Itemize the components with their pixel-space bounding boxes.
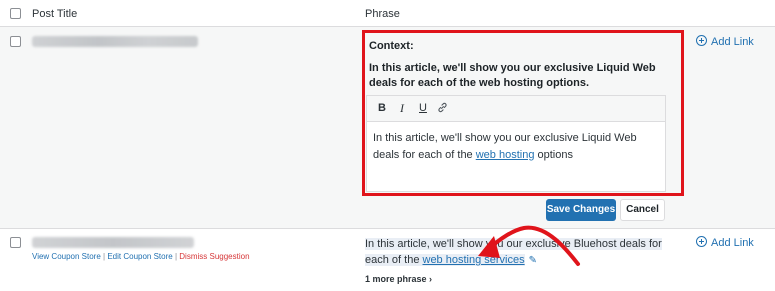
editor-inline-link[interactable]: web hosting	[476, 149, 535, 161]
dismiss-suggestion-link[interactable]: Dismiss Suggestion	[179, 252, 249, 261]
add-link-label: Add Link	[711, 237, 754, 249]
row-checkbox[interactable]	[10, 237, 21, 248]
table-row: Context: In this article, we'll show you…	[0, 28, 775, 226]
context-editor-panel: Context: In this article, we'll show you…	[362, 30, 684, 196]
plus-circle-icon	[696, 35, 707, 46]
link-icon[interactable]	[437, 102, 448, 116]
view-coupon-store-link[interactable]: View Coupon Store	[32, 252, 101, 261]
edit-coupon-store-link[interactable]: Edit Coupon Store	[107, 252, 172, 261]
row-checkbox[interactable]	[10, 36, 21, 47]
italic-button[interactable]: I	[400, 102, 404, 114]
red-annotation-arrow	[478, 225, 580, 266]
action-separator: |	[174, 252, 178, 261]
column-header-phrase[interactable]: Phrase	[365, 8, 400, 20]
editor-text-after: options	[534, 149, 573, 161]
action-separator: |	[103, 252, 106, 261]
add-link-button[interactable]: Add Link	[696, 34, 754, 48]
add-link-label: Add Link	[711, 36, 754, 48]
more-phrase-label: 1 more phrase	[365, 274, 427, 284]
add-link-button[interactable]: Add Link	[696, 235, 754, 249]
blurred-post-title	[32, 36, 198, 47]
bold-button[interactable]: B	[378, 102, 386, 114]
chevron-right-icon: ›	[429, 274, 433, 284]
plus-circle-icon	[696, 236, 707, 247]
context-label: Context:	[369, 40, 414, 52]
editor-toolbar: B I U	[367, 96, 665, 122]
editor-content[interactable]: In this article, we'll show you our excl…	[373, 130, 663, 164]
more-phrase-toggle[interactable]: 1 more phrase ›	[365, 274, 432, 284]
suggestions-table: Post Title Phrase Context: In this artic…	[0, 0, 775, 291]
table-header: Post Title Phrase	[0, 0, 775, 27]
cancel-button[interactable]: Cancel	[620, 199, 665, 221]
column-header-post-title[interactable]: Post Title	[32, 8, 77, 20]
select-all-checkbox[interactable]	[10, 8, 21, 19]
table-row: View Coupon Store | Edit Coupon Store | …	[0, 228, 775, 291]
blurred-post-title	[32, 237, 194, 248]
row-actions: View Coupon Store | Edit Coupon Store | …	[32, 252, 250, 261]
context-sentence: In this article, we'll show you our excl…	[369, 62, 656, 89]
phrase-editor[interactable]: B I U In this article, we'll show you ou…	[366, 95, 666, 192]
underline-button[interactable]: U	[419, 102, 427, 114]
